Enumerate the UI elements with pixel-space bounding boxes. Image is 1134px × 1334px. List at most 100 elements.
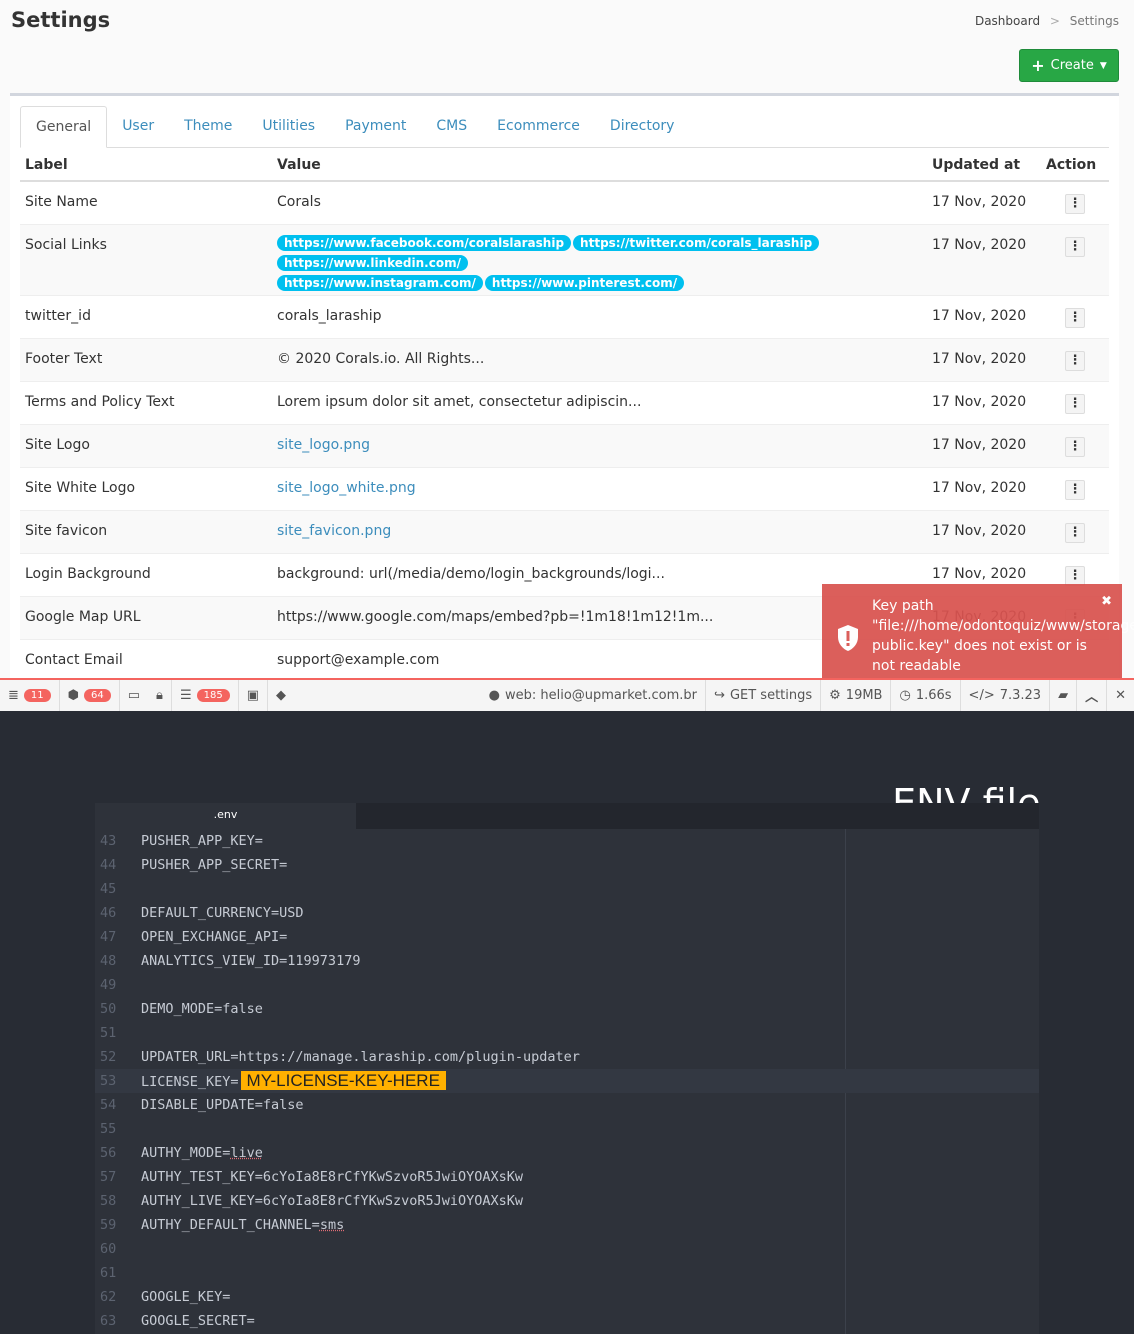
row-action-menu-button[interactable]: ⋮ [1065, 350, 1085, 371]
code-line: 62 GOOGLE_KEY= [95, 1285, 1039, 1309]
tab-ecommerce[interactable]: Ecommerce [482, 106, 595, 148]
row-updated-at: 17 Nov, 2020 [927, 294, 1041, 338]
shield-alert-icon [838, 625, 858, 651]
debug-php-text: 7.3.23 [999, 688, 1042, 703]
line-number: 61 [100, 1265, 117, 1281]
plus-icon: + [1031, 56, 1045, 75]
create-button[interactable]: + Create ▼ [1019, 49, 1119, 82]
row-action: ⋮ [1041, 509, 1109, 553]
debug-tab-models[interactable]: ⬢ 64 [60, 680, 120, 711]
debug-time-text: 1.66s [915, 688, 952, 703]
line-content: DEFAULT_CURRENCY=USD [135, 901, 304, 925]
line-content: GOOGLE_SECRET= [135, 1309, 255, 1333]
tags-icon: ◆ [276, 688, 286, 703]
line-text: AUTHY_LIVE_KEY=6cYoIa8E8rCfYKwSzvoR5JwiO… [141, 1193, 524, 1209]
social-link-badge[interactable]: https://www.facebook.com/coralslaraship [277, 234, 572, 251]
close-debugbar-button[interactable]: ✕ [1107, 680, 1134, 711]
file-link[interactable]: site_logo_white.png [277, 480, 416, 496]
file-link[interactable]: site_logo.png [277, 437, 370, 453]
line-content [135, 1237, 141, 1261]
line-number: 53 [100, 1073, 117, 1089]
table-row: Site favicon site_favicon.png 17 Nov, 2020… [20, 509, 1109, 553]
line-text: PUSHER_APP_KEY= [141, 833, 263, 849]
debug-bar: ≣ 11 ⬢ 64 ▭ 🔒︎ ☰ 185 ▣ ◆ ● web: helio@up… [0, 678, 1134, 711]
debug-route: ↪ GET settings [706, 680, 822, 711]
models-count-badge: 64 [84, 689, 111, 702]
line-number: 62 [100, 1289, 117, 1305]
row-action-menu-button[interactable]: ⋮ [1065, 194, 1085, 214]
line-number: 47 [100, 929, 117, 945]
tab-general[interactable]: General [20, 106, 108, 148]
tab-user[interactable]: User [107, 106, 169, 148]
debug-tab-gate[interactable]: 🔒︎ [148, 680, 172, 711]
collapse-button[interactable]: ︿ [1077, 680, 1108, 711]
line-text: ANALYTICS_VIEW_ID=119973179 [141, 953, 361, 969]
code-line: 53 LICENSE_KEY= MY-LICENSE-KEY-HERE [95, 1069, 1039, 1093]
close-icon[interactable]: ✖ [1101, 594, 1112, 609]
line-text: UPDATER_URL=https://manage.laraship.com/… [141, 1049, 580, 1065]
debug-tab-archive[interactable]: ▣ [239, 680, 268, 711]
line-content: AUTHY_TEST_KEY=6cYoIa8E8rCfYKwSzvoR5JwiO… [135, 1165, 523, 1189]
table-row: twitter_id corals_laraship 17 Nov, 2020 ⋮ [20, 294, 1109, 338]
admin-app: Settings Dashboard > Settings + Create ▼… [0, 0, 1134, 693]
row-action-menu-button[interactable]: ⋮ [1065, 479, 1085, 500]
file-link[interactable]: site_favicon.png [277, 523, 391, 539]
social-link-badge[interactable]: https://twitter.com/corals_laraship [573, 234, 820, 251]
breadcrumb-dashboard-link[interactable]: Dashboard [975, 14, 1040, 28]
row-action-menu-button[interactable]: ⋮ [1065, 236, 1085, 257]
tab-utilities[interactable]: Utilities [247, 106, 330, 148]
code-line: 52 UPDATER_URL=https://manage.laraship.co… [95, 1045, 1039, 1069]
line-text: DISABLE_UPDATE=false [141, 1097, 304, 1113]
line-content [135, 1021, 141, 1045]
code-editor: .env 43 PUSHER_APP_KEY= 44 PUSHER_APP_SECRE… [95, 803, 1039, 1334]
row-action-menu-button[interactable]: ⋮ [1065, 565, 1085, 586]
column-header-value: Value [272, 149, 927, 182]
spellcheck-word: sms [319, 1217, 345, 1233]
row-action-menu-button[interactable]: ⋮ [1065, 522, 1085, 543]
code-line: 51 [95, 1021, 1039, 1045]
social-link-badge[interactable]: https://www.instagram.com/ [277, 274, 483, 291]
cogs-icon: ⚙ [829, 688, 841, 703]
row-label: Footer Text [20, 337, 272, 381]
folder-open-icon: ▰ [1058, 688, 1069, 703]
row-updated-at: 17 Nov, 2020 [927, 423, 1041, 467]
code-line: 50 DEMO_MODE=false [95, 997, 1039, 1021]
line-number: 55 [100, 1121, 117, 1137]
code-line: 47 OPEN_EXCHANGE_API= [95, 925, 1039, 949]
line-content: DISABLE_UPDATE=false [135, 1093, 304, 1117]
debug-tab-mail[interactable]: ▭ [120, 680, 148, 711]
tab-theme[interactable]: Theme [169, 106, 247, 148]
code-line: 58 AUTHY_LIVE_KEY=6cYoIa8E8rCfYKwSzvoR5Jw… [95, 1189, 1039, 1213]
tab-payment[interactable]: Payment [330, 106, 421, 148]
line-number: 57 [100, 1169, 117, 1185]
tab-directory[interactable]: Directory [595, 106, 690, 148]
column-header-label: Label [20, 149, 272, 182]
row-action: ⋮ [1041, 423, 1109, 467]
table-row: Site Name Corals 17 Nov, 2020 ⋮ [20, 180, 1109, 224]
row-updated-at: 17 Nov, 2020 [927, 509, 1041, 553]
debug-tab-queries[interactable]: ≣ 11 [0, 680, 60, 711]
row-action: ⋮ [1041, 466, 1109, 510]
row-action: ⋮ [1041, 223, 1109, 295]
breadcrumb-current: Settings [1069, 14, 1119, 28]
open-folder-button[interactable]: ▰ [1050, 680, 1078, 711]
editor-tab-env[interactable]: .env [95, 803, 356, 829]
social-link-badge[interactable]: https://www.pinterest.com/ [484, 274, 685, 291]
toast-message: Key path "file:///home/odontoquiz/www/st… [872, 598, 1134, 674]
line-content: AUTHY_LIVE_KEY=6cYoIa8E8rCfYKwSzvoR5JwiO… [135, 1189, 523, 1213]
row-action-menu-button[interactable]: ⋮ [1065, 436, 1085, 457]
debug-tab-tags[interactable]: ◆ [268, 680, 294, 711]
line-number: 54 [100, 1097, 117, 1113]
code-line: 43 PUSHER_APP_KEY= [95, 829, 1039, 853]
row-action-menu-button[interactable]: ⋮ [1065, 307, 1085, 328]
code-line: 48 ANALYTICS_VIEW_ID=119973179 [95, 949, 1039, 973]
social-link-badge[interactable]: https://www.linkedin.com/ [277, 254, 468, 271]
debug-tab-views[interactable]: ☰ 185 [172, 680, 239, 711]
row-label: Site Logo [20, 423, 272, 467]
row-action-menu-button[interactable]: ⋮ [1065, 393, 1085, 414]
tab-cms[interactable]: CMS [421, 106, 482, 148]
line-content: UPDATER_URL=https://manage.laraship.com/… [135, 1045, 580, 1069]
line-text: DEMO_MODE=false [141, 1001, 263, 1017]
line-text: AUTHY_MODE= [141, 1145, 231, 1161]
row-updated-at: 17 Nov, 2020 [927, 337, 1041, 381]
